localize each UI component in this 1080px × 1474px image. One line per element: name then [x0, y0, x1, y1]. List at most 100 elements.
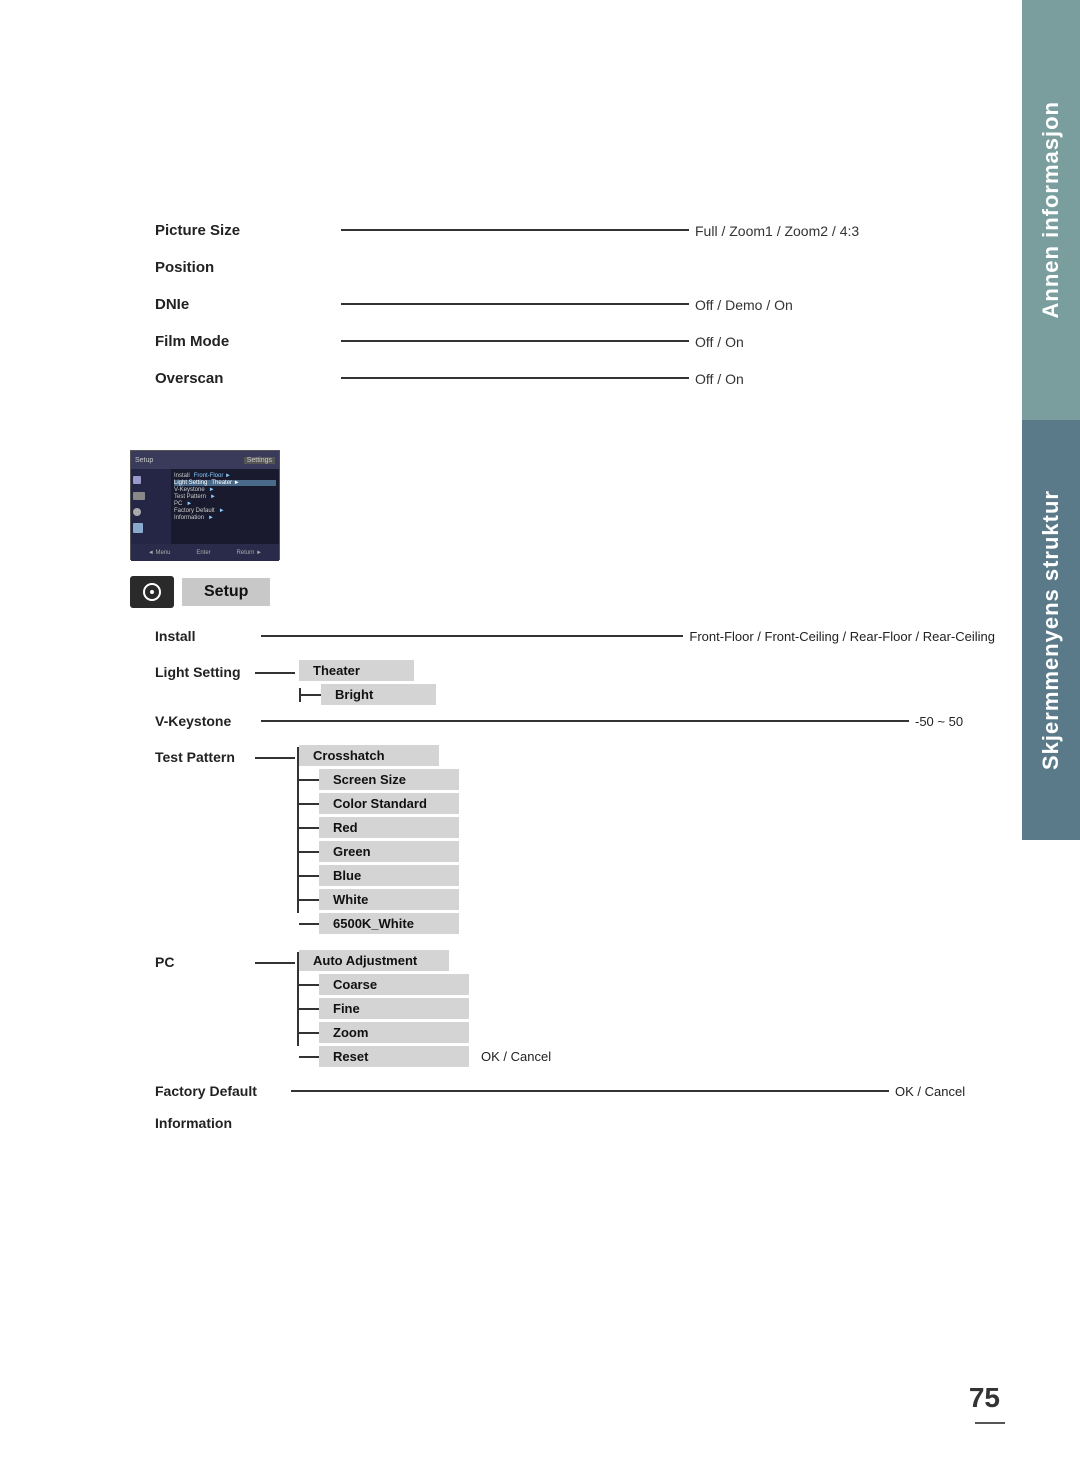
page-number: 75 — [969, 1382, 1000, 1414]
label-vkeystone: V-Keystone — [155, 713, 255, 729]
thumb-icon-1 — [133, 473, 169, 487]
sidebar-section-annen: Annen informasjon — [1022, 0, 1080, 420]
install-row: Install Front-Floor / Front-Ceiling / Re… — [155, 628, 995, 644]
pc-zoom-row: Zoom — [299, 1022, 551, 1043]
pc-fine-row: Fine — [299, 998, 551, 1019]
test-crosshatch-row: Crosshatch — [299, 745, 459, 766]
value-reset: OK / Cancel — [481, 1049, 551, 1064]
test-sub-branches: Crosshatch Screen Size Color Standard Re… — [299, 745, 459, 934]
factory-row: Factory Default OK / Cancel — [155, 1083, 995, 1099]
value-install: Front-Floor / Front-Ceiling / Rear-Floor… — [689, 629, 995, 644]
thumb-icon-2 — [133, 489, 169, 503]
label-dnie: DNIe — [155, 294, 335, 313]
box-red: Red — [319, 817, 459, 838]
box-bright: Bright — [321, 684, 436, 705]
thumb-menu-vkey: V-Keystone ► — [174, 487, 276, 493]
box-coarse: Coarse — [319, 974, 469, 995]
footer-line — [975, 1422, 1005, 1424]
thumb-btn-menu: ◄ Menu — [148, 550, 171, 556]
test-red-row: Red — [299, 817, 459, 838]
thumb-body: Install Front-Floor ► Light Setting Thea… — [131, 469, 279, 544]
thumb-btn-enter: Enter — [196, 550, 210, 556]
thumb-btn-return: Return ► — [236, 550, 262, 556]
entry-picture-size: Picture Size Full / Zoom1 / Zoom2 / 4:3 — [155, 220, 915, 239]
box-crosshatch: Crosshatch — [299, 745, 439, 766]
test-6500k-row: 6500K_White — [299, 913, 459, 934]
box-green: Green — [319, 841, 459, 862]
test-hline — [255, 757, 295, 759]
sidebar-label-annen: Annen informasjon — [1038, 101, 1064, 318]
thumb-menu-factory: Factory Default ► — [174, 508, 276, 514]
label-picture-size: Picture Size — [155, 220, 335, 239]
box-colorstandard: Color Standard — [319, 793, 459, 814]
label-install: Install — [155, 628, 255, 644]
value-factory: OK / Cancel — [895, 1084, 995, 1099]
test-blue-row: Blue — [299, 865, 459, 886]
label-pc: PC — [155, 950, 255, 970]
thumb-icons — [131, 469, 171, 544]
thumb-menu-light: Light Setting Theater ► — [174, 480, 276, 486]
entry-overscan: Overscan Off / On — [155, 368, 915, 387]
thumb-menu-info: Information ► — [174, 515, 276, 521]
box-blue: Blue — [319, 865, 459, 886]
label-light-setting: Light Setting — [155, 660, 255, 680]
sidebar-label-skjerm: Skjermmenyens struktur — [1038, 490, 1064, 770]
box-fine: Fine — [319, 998, 469, 1019]
top-entries-section: Picture Size Full / Zoom1 / Zoom2 / 4:3 … — [155, 220, 915, 405]
label-position: Position — [155, 257, 335, 276]
thumb-menu-pc: PC ► — [174, 501, 276, 507]
light-hline — [255, 672, 295, 674]
light-sub-branches: Theater Bright — [299, 660, 436, 705]
value-vkeystone: -50 ~ 50 — [915, 714, 995, 729]
pc-reset-row: Reset OK / Cancel — [299, 1046, 551, 1067]
setup-icon-shape — [143, 583, 161, 601]
light-bright-row: Bright — [299, 684, 436, 705]
box-6500k: 6500K_White — [319, 913, 459, 934]
value-overscan: Off / On — [695, 369, 915, 387]
screen-thumbnail: Setup Settings Install — [130, 450, 280, 560]
box-reset: Reset — [319, 1046, 469, 1067]
box-zoom: Zoom — [319, 1022, 469, 1043]
value-film-mode: Off / On — [695, 332, 915, 350]
test-white-row: White — [299, 889, 459, 910]
setup-icon — [130, 576, 174, 608]
setup-label-text: Setup — [204, 583, 248, 600]
label-film-mode: Film Mode — [155, 331, 335, 350]
thumb-icon-3 — [133, 505, 169, 519]
thumb-icon-4 — [133, 521, 169, 535]
light-theater-row: Theater — [299, 660, 436, 681]
page: Annen informasjon Skjermmenyens struktur… — [0, 0, 1080, 1474]
pc-row: PC Auto Adjustment Coarse Fine — [155, 950, 995, 1067]
entry-film-mode: Film Mode Off / On — [155, 331, 915, 350]
thumb-bottom: ◄ Menu Enter Return ► — [131, 544, 279, 561]
test-screensize-row: Screen Size — [299, 769, 459, 790]
thumb-menu-install: Install Front-Floor ► — [174, 473, 276, 479]
thumb-top-bar: Setup Settings — [131, 451, 279, 469]
information-row: Information — [155, 1115, 995, 1131]
test-pattern-row: Test Pattern Crosshatch Screen Size Colo… — [155, 745, 995, 934]
box-auto: Auto Adjustment — [299, 950, 449, 971]
label-factory: Factory Default — [155, 1083, 285, 1099]
box-theater: Theater — [299, 660, 414, 681]
pc-auto-row: Auto Adjustment — [299, 950, 551, 971]
box-white: White — [319, 889, 459, 910]
test-green-row: Green — [299, 841, 459, 862]
vkeystone-row: V-Keystone -50 ~ 50 — [155, 713, 995, 729]
test-colorstandard-row: Color Standard — [299, 793, 459, 814]
pc-hline — [255, 962, 295, 964]
entry-dnie: DNIe Off / Demo / On — [155, 294, 915, 313]
value-dnie: Off / Demo / On — [695, 295, 915, 313]
value-picture-size: Full / Zoom1 / Zoom2 / 4:3 — [695, 221, 915, 239]
thumb-menu-test: Test Pattern ► — [174, 494, 276, 500]
thumb-menu: Install Front-Floor ► Light Setting Thea… — [171, 469, 279, 544]
pc-sub-branches: Auto Adjustment Coarse Fine Zoom — [299, 950, 551, 1067]
light-setting-row: Light Setting Theater Bright — [155, 660, 995, 705]
label-information: Information — [155, 1115, 285, 1131]
box-screensize: Screen Size — [319, 769, 459, 790]
label-overscan: Overscan — [155, 368, 335, 387]
sidebar-section-skjerm: Skjermmenyens struktur — [1022, 420, 1080, 840]
right-sidebar: Annen informasjon Skjermmenyens struktur — [1022, 0, 1080, 1474]
setup-label-box: Setup — [182, 578, 270, 606]
thumb-tab: Settings — [244, 457, 275, 464]
label-test-pattern: Test Pattern — [155, 745, 255, 765]
